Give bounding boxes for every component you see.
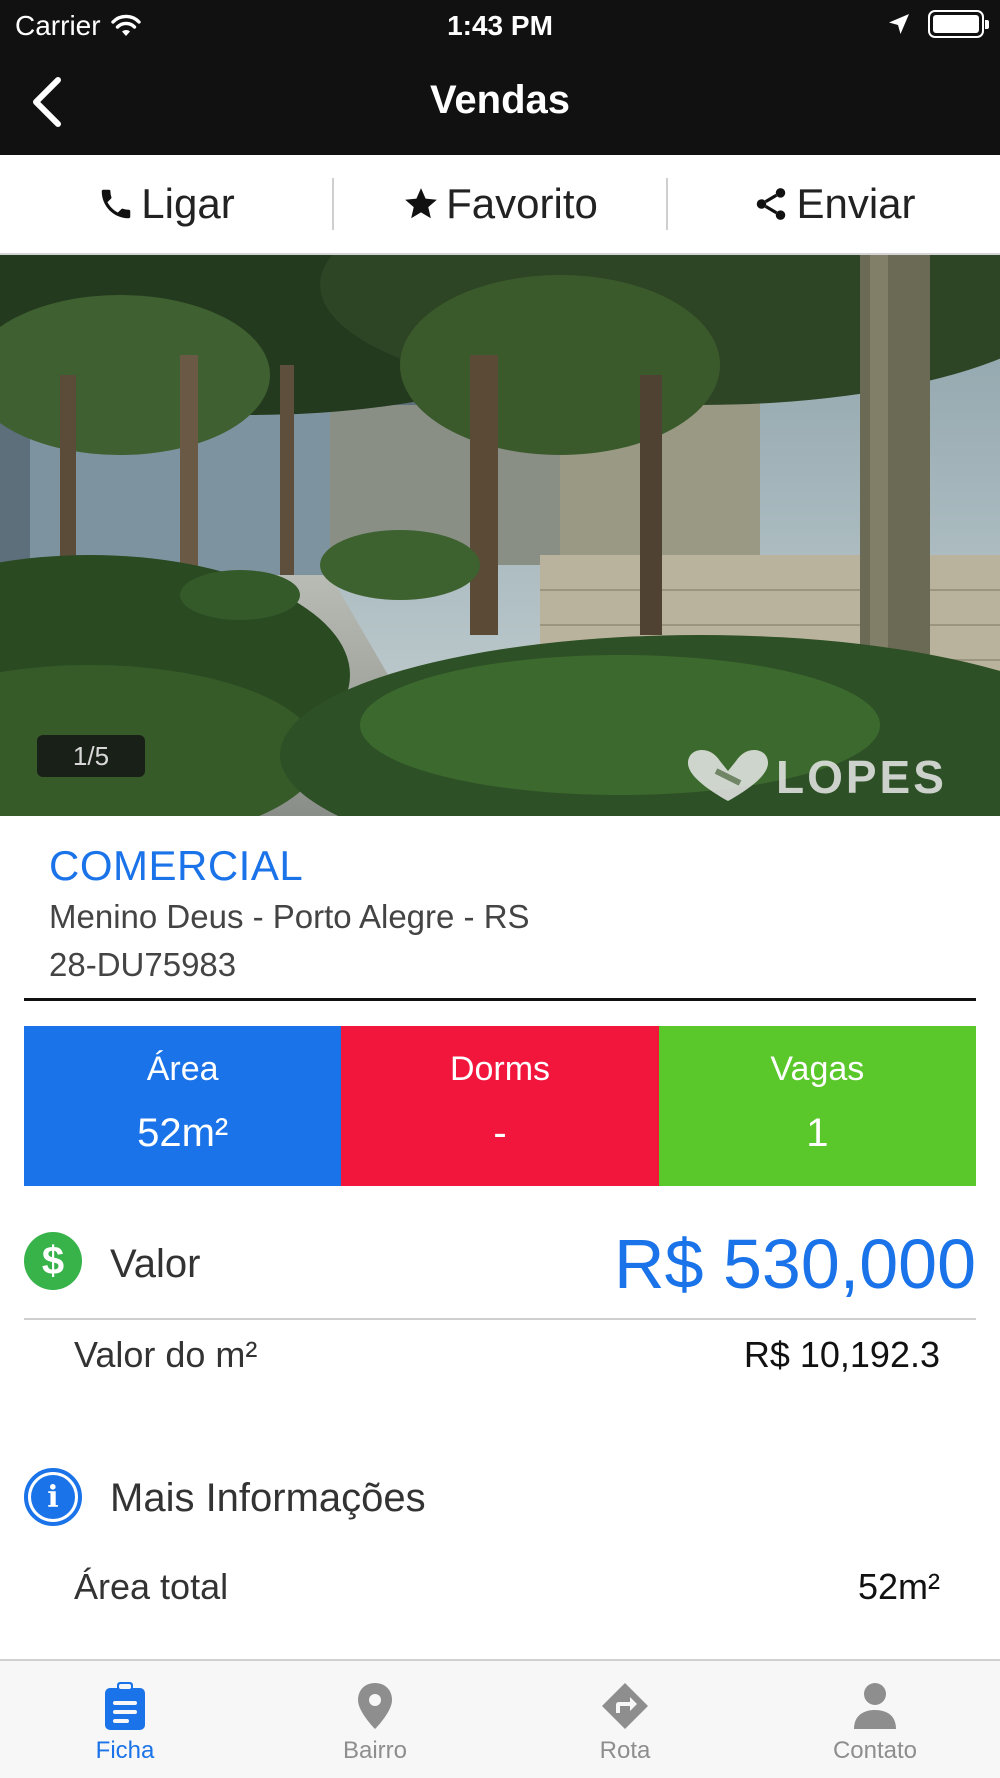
- property-info: COMERCIAL Menino Deus - Porto Alegre - R…: [49, 842, 530, 984]
- share-label: Enviar: [796, 180, 916, 227]
- favorite-button[interactable]: Favorito: [334, 155, 666, 253]
- total-area-row: Área total 52m²: [74, 1566, 940, 1608]
- price-divider: [24, 1318, 976, 1320]
- property-photo-gallery[interactable]: 1/5 LOPES: [0, 255, 1000, 816]
- dorms-tile: Dorms -: [341, 1026, 659, 1186]
- property-type: COMERCIAL: [49, 842, 304, 889]
- property-photo: [0, 255, 1000, 816]
- tab-bairro[interactable]: Bairro: [250, 1661, 500, 1778]
- property-code: 28-DU75983: [49, 946, 237, 983]
- property-location: Menino Deus - Porto Alegre - RS: [49, 898, 530, 935]
- parking-label: Vagas: [770, 1050, 865, 1088]
- lopes-wordmark: LOPES: [776, 753, 947, 799]
- person-icon: [854, 1683, 896, 1729]
- battery-icon: [928, 10, 989, 38]
- dollar-icon: $: [24, 1232, 82, 1290]
- parking-tile: Vagas 1: [658, 1026, 976, 1186]
- tab-bairro-label: Bairro: [342, 1737, 408, 1764]
- top-bar: Carrier 1:43 PM Vendas: [0, 0, 1000, 155]
- map-pin-icon: [358, 1683, 392, 1729]
- price-per-m2-row: Valor do m² R$ 10,192.3: [74, 1334, 940, 1376]
- phone-icon: [102, 189, 131, 219]
- svg-text:LOPES: LOPES: [776, 753, 947, 799]
- share-button[interactable]: Enviar: [668, 155, 1000, 253]
- status-right: [888, 10, 989, 38]
- price-row: $ Valor R$ 530,000: [24, 1224, 976, 1320]
- tab-rota[interactable]: Rota: [500, 1661, 750, 1778]
- price-per-m2-value: R$ 10,192.3: [743, 1334, 940, 1375]
- status-time: 1:43 PM: [447, 10, 553, 41]
- tab-contato[interactable]: Contato: [750, 1661, 1000, 1778]
- price-label: Valor: [110, 1242, 201, 1286]
- action-bar: Ligar Favorito Enviar: [0, 155, 1000, 255]
- favorite-label: Favorito: [446, 180, 598, 227]
- total-area-label: Área total: [74, 1566, 229, 1607]
- directions-icon: [602, 1683, 648, 1729]
- tab-rota-label: Rota: [599, 1737, 651, 1764]
- nav-bar: Vendas: [0, 50, 1000, 155]
- call-label: Ligar: [141, 180, 235, 227]
- feature-tiles: Área 52m² Dorms - Vagas 1: [24, 1026, 976, 1186]
- tab-bar: Ficha Bairro Rota Contato: [0, 1659, 1000, 1778]
- page-title: Vendas: [429, 78, 571, 122]
- area-tile: Área 52m²: [24, 1026, 342, 1186]
- star-icon: [405, 188, 437, 219]
- location-arrow-icon: [889, 14, 909, 34]
- price-per-m2-label: Valor do m²: [74, 1334, 258, 1375]
- clipboard-icon: [105, 1682, 145, 1730]
- tab-contato-label: Contato: [832, 1737, 918, 1764]
- total-area-value: 52m²: [857, 1566, 940, 1607]
- heart-logo-icon: [688, 750, 768, 801]
- status-bar: Carrier 1:43 PM: [0, 0, 1000, 50]
- call-button[interactable]: Ligar: [0, 155, 332, 253]
- dorms-value: -: [493, 1111, 507, 1155]
- share-icon: [757, 188, 786, 220]
- price-value: R$ 530,000: [614, 1225, 976, 1303]
- tab-ficha-label: Ficha: [95, 1737, 155, 1764]
- info-icon: i: [24, 1468, 82, 1526]
- dorms-label: Dorms: [449, 1050, 551, 1088]
- more-info-header: i Mais Informações: [24, 1468, 976, 1528]
- area-value: 52m²: [137, 1111, 229, 1155]
- photo-counter: 1/5: [37, 735, 145, 777]
- more-info-title: Mais Informações: [110, 1476, 426, 1520]
- lopes-watermark: LOPES: [686, 749, 976, 803]
- section-divider: [24, 998, 976, 1001]
- tab-ficha[interactable]: Ficha: [0, 1661, 250, 1778]
- area-label: Área: [146, 1050, 219, 1088]
- parking-value: 1: [806, 1111, 829, 1155]
